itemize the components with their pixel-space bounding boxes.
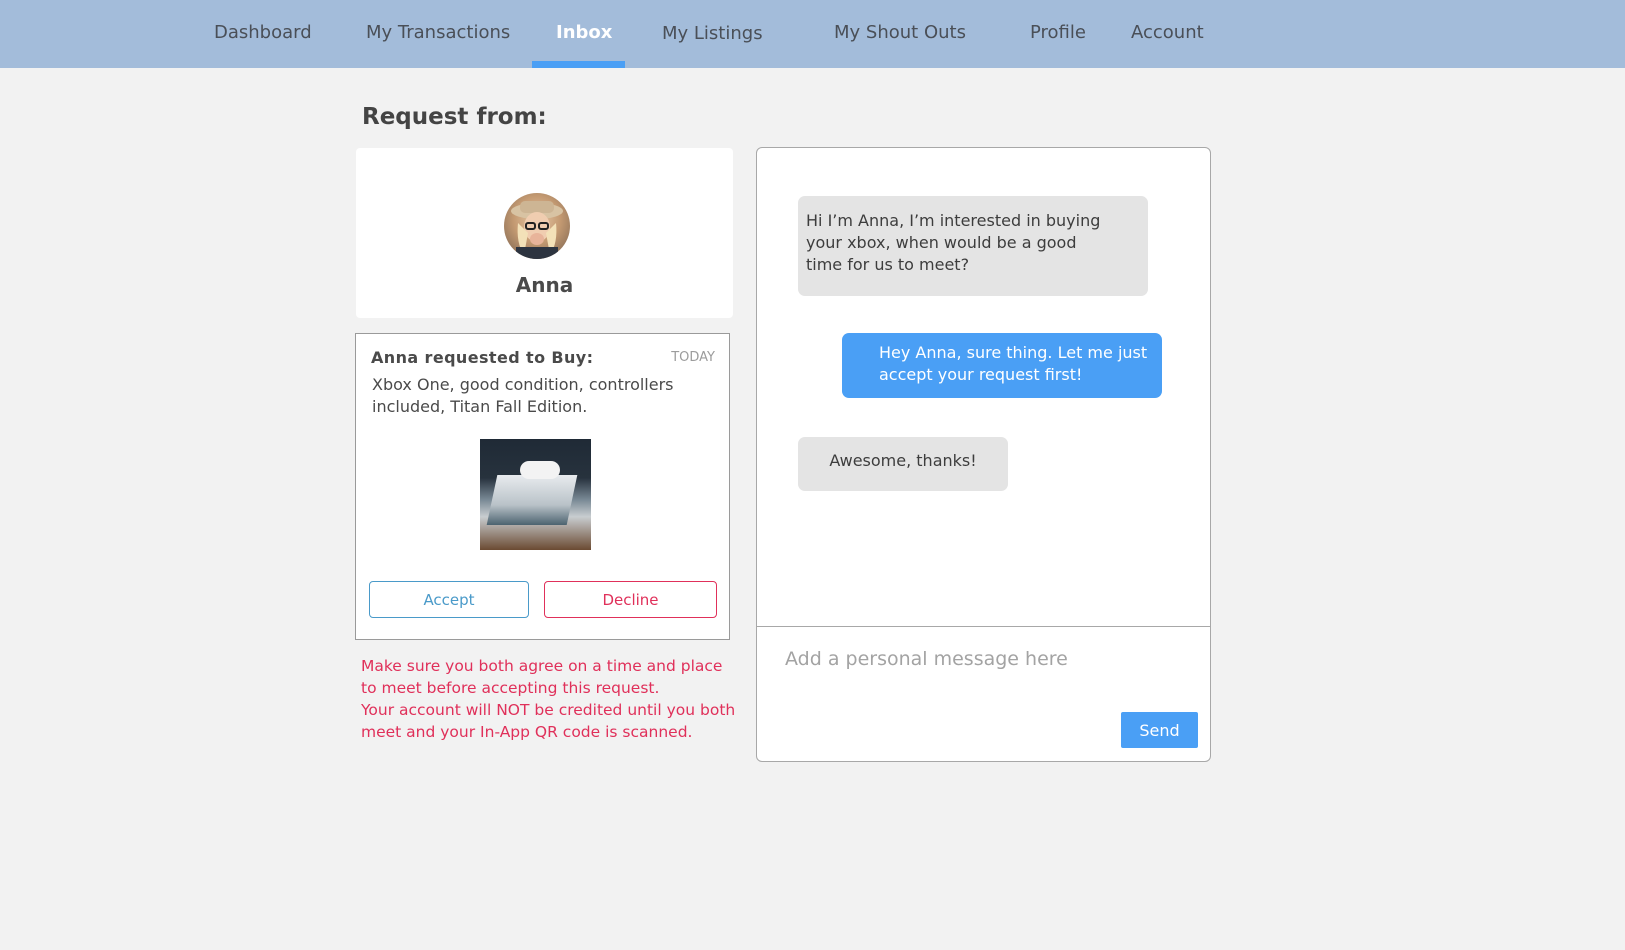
message-bubble-incoming: Hi I’m Anna, I’m interested in buying yo… [798, 196, 1148, 296]
request-description: Xbox One, good condition, controllers in… [372, 375, 674, 416]
requester-profile-card: Anna [356, 148, 733, 318]
warning-line-1: Make sure you both agree on a time and p… [361, 657, 723, 697]
purchase-request-card: Anna requested to Buy: TODAY Xbox One, g… [355, 333, 730, 640]
nav-my-shout-outs[interactable]: My Shout Outs [834, 22, 966, 43]
nav-my-listings[interactable]: My Listings [662, 23, 763, 44]
message-bubble-incoming: Awesome, thanks! [798, 437, 1008, 491]
decline-button[interactable]: Decline [544, 581, 717, 618]
item-photo[interactable] [480, 439, 591, 550]
nav-account[interactable]: Account [1131, 22, 1204, 43]
console-shape [486, 475, 578, 525]
message-bubble-outgoing: Hey Anna, sure thing. Let me just accept… [842, 333, 1162, 398]
nav-profile[interactable]: Profile [1030, 22, 1086, 43]
page-title: Request from: [362, 104, 547, 130]
active-tab-indicator [532, 61, 625, 68]
nav-inbox[interactable]: Inbox [556, 22, 612, 43]
avatar-portrait-icon [511, 201, 563, 259]
avatar[interactable] [504, 193, 570, 259]
warning-text: Make sure you both agree on a time and p… [361, 655, 736, 743]
top-navigation: Dashboard My Transactions Inbox My Listi… [0, 0, 1625, 68]
controller-shape [520, 461, 560, 479]
warning-line-2: Your account will NOT be credited until … [361, 701, 736, 741]
request-date: TODAY [671, 350, 715, 365]
nav-dashboard[interactable]: Dashboard [214, 22, 312, 43]
requester-name: Anna [515, 273, 574, 297]
chat-panel: Hi I’m Anna, I’m interested in buying yo… [756, 147, 1211, 762]
accept-button[interactable]: Accept [369, 581, 529, 618]
send-button[interactable]: Send [1121, 712, 1198, 748]
chat-divider [757, 626, 1210, 627]
request-heading: Anna requested to Buy: [371, 348, 594, 367]
message-input[interactable] [771, 634, 1210, 684]
nav-my-transactions[interactable]: My Transactions [366, 22, 510, 43]
